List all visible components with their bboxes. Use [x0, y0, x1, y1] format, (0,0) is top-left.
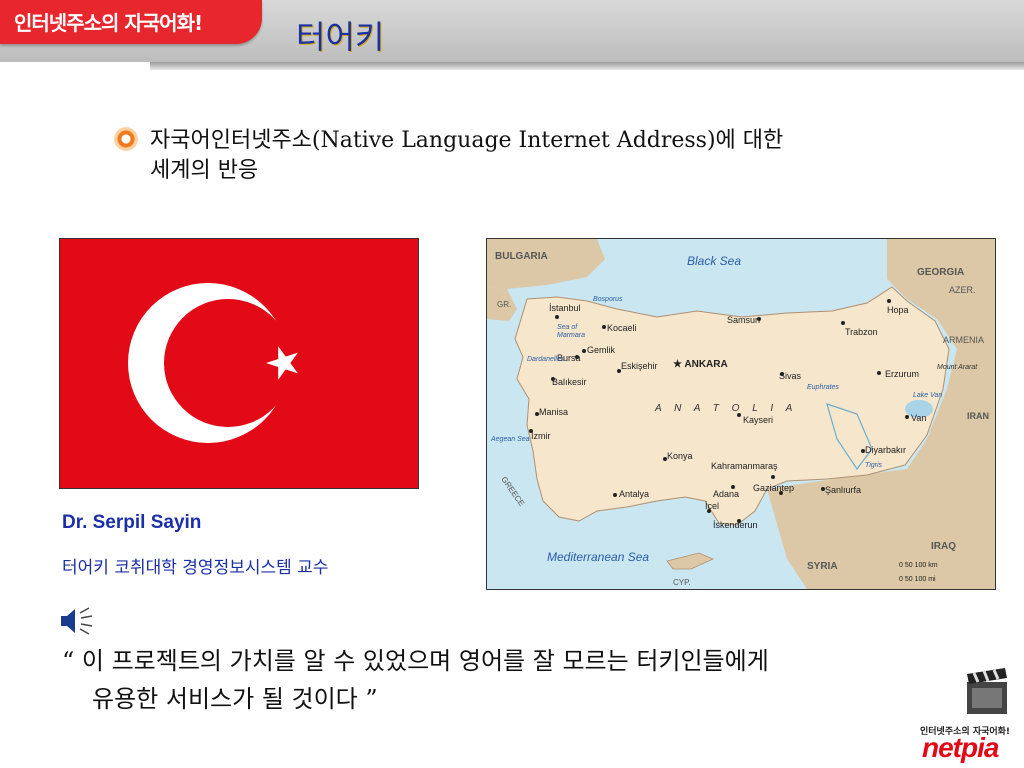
- clapperboard-icon: [967, 668, 1007, 714]
- svg-text:GEORGIA: GEORGIA: [917, 267, 964, 278]
- svg-text:Konya: Konya: [667, 451, 693, 461]
- quote: “ 이 프로젝트의 가치를 알 수 있었으며 영어를 잘 모르는 터키인들에게 …: [62, 642, 982, 718]
- svg-text:Bosporus: Bosporus: [593, 296, 623, 303]
- svg-text:Hopa: Hopa: [887, 305, 909, 315]
- svg-text:IRAQ: IRAQ: [931, 541, 956, 552]
- svg-text:İçel: İçel: [705, 501, 719, 511]
- svg-text:GR.: GR.: [497, 300, 511, 309]
- svg-text:Erzurum: Erzurum: [885, 369, 919, 379]
- bullet-text-line2: 세계의 반응: [150, 158, 259, 183]
- svg-text:Kocaeli: Kocaeli: [607, 323, 637, 333]
- svg-text:Sivas: Sivas: [779, 371, 802, 381]
- svg-text:0 50 100 km: 0 50 100 km: [899, 562, 938, 569]
- svg-text:CYP.: CYP.: [673, 578, 691, 587]
- speaker-icon[interactable]: [58, 604, 94, 638]
- svg-text:Adana: Adana: [713, 489, 739, 499]
- svg-text:0 50 100 mi: 0 50 100 mi: [899, 576, 936, 583]
- svg-text:İzmir: İzmir: [531, 431, 551, 441]
- bullet-icon: [114, 127, 138, 151]
- svg-text:ARMENIA: ARMENIA: [943, 335, 984, 345]
- turkey-map: İstanbul Kocaeli Gemlik Bursa Balıkesir …: [486, 238, 996, 590]
- svg-text:AZER.: AZER.: [949, 285, 976, 295]
- svg-text:Euphrates: Euphrates: [807, 384, 839, 391]
- svg-text:Balıkesir: Balıkesir: [552, 377, 587, 387]
- svg-text:Antalya: Antalya: [619, 489, 649, 499]
- quote-line2: 유용한 서비스가 될 것이다 ”: [92, 685, 378, 713]
- svg-text:★ ANKARA: ★ ANKARA: [673, 359, 728, 370]
- professor-title: 터어키 코취대학 경영정보시스템 교수: [62, 558, 329, 578]
- svg-text:A N A T O L I A: A N A T O L I A: [654, 403, 797, 414]
- svg-text:Gemlik: Gemlik: [587, 345, 616, 355]
- svg-text:Black Sea: Black Sea: [687, 254, 741, 268]
- bullet-text-line1: 자국어인터넷주소(Native Language Internet Addres…: [150, 128, 784, 153]
- netpia-logo: netpia: [922, 732, 999, 763]
- svg-text:Marmara: Marmara: [557, 332, 585, 339]
- svg-text:Manisa: Manisa: [539, 407, 568, 417]
- brand-badge-text: 인터넷주소의 자국어화!: [14, 11, 203, 35]
- svg-text:İstanbul: İstanbul: [549, 303, 581, 313]
- slide-title: 터어키: [296, 18, 385, 56]
- svg-text:Kayseri: Kayseri: [743, 415, 773, 425]
- svg-text:Gaziantep: Gaziantep: [753, 483, 794, 493]
- svg-text:Mount Ararat: Mount Ararat: [937, 364, 978, 371]
- svg-text:Van: Van: [911, 413, 926, 423]
- svg-text:Diyarbakır: Diyarbakır: [865, 445, 906, 455]
- quote-line1: “ 이 프로젝트의 가치를 알 수 있었으며 영어를 잘 모르는 터키인들에게: [62, 647, 769, 675]
- svg-text:IRAN: IRAN: [967, 411, 989, 421]
- svg-text:Trabzon: Trabzon: [845, 327, 878, 337]
- svg-text:Lake Van: Lake Van: [913, 392, 942, 399]
- svg-text:SYRIA: SYRIA: [807, 561, 838, 572]
- svg-text:BULGARIA: BULGARIA: [495, 251, 548, 262]
- turkey-flag: [59, 238, 419, 489]
- svg-text:Mediterranean Sea: Mediterranean Sea: [547, 550, 649, 564]
- svg-text:Tigris: Tigris: [865, 462, 883, 469]
- svg-text:Aegean Sea: Aegean Sea: [490, 436, 530, 443]
- svg-text:Eskişehir: Eskişehir: [621, 361, 658, 371]
- svg-text:GREECE: GREECE: [499, 475, 526, 508]
- svg-text:Sea of: Sea of: [557, 324, 578, 331]
- svg-text:İskenderun: İskenderun: [713, 520, 758, 530]
- svg-text:Samsun: Samsun: [727, 315, 760, 325]
- svg-text:Dardanelles: Dardanelles: [527, 356, 565, 363]
- professor-name: Dr. Serpil Sayin: [62, 512, 202, 533]
- bullet-text: 자국어인터넷주소(Native Language Internet Addres…: [150, 126, 910, 186]
- svg-text:Kahramanmaraş: Kahramanmaraş: [711, 461, 778, 471]
- header-shadow: [150, 62, 1024, 70]
- flag-crescent-star-icon: [128, 283, 298, 443]
- svg-text:Şanlıurfa: Şanlıurfa: [825, 485, 861, 495]
